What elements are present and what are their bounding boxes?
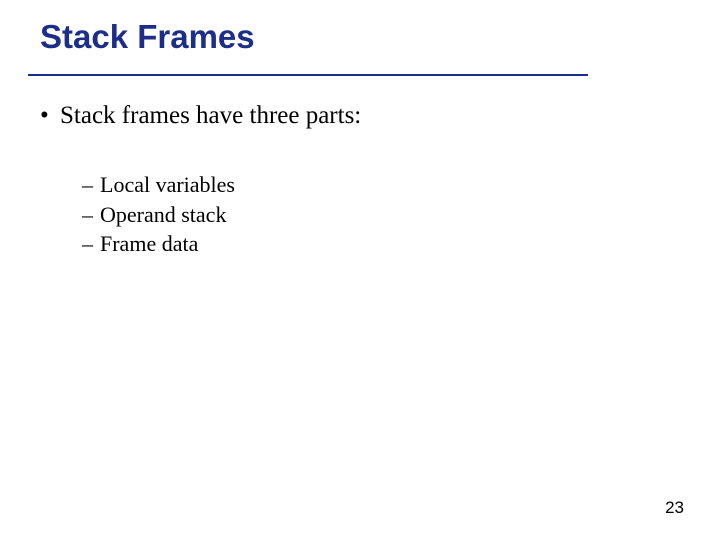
slide-body: •Stack frames have three parts: –Local v… xyxy=(40,100,361,260)
dash-icon: – xyxy=(82,171,100,199)
sub-bullet-item: –Frame data xyxy=(82,230,361,258)
sub-bullet-item: –Local variables xyxy=(82,171,361,199)
title-underline xyxy=(28,74,588,76)
slide-title: Stack Frames xyxy=(40,18,255,56)
bullet-level-1: •Stack frames have three parts: xyxy=(40,100,361,131)
sub-bullet-item: –Operand stack xyxy=(82,201,361,229)
sub-bullet-text: Local variables xyxy=(100,172,235,197)
sub-bullet-group: –Local variables –Operand stack –Frame d… xyxy=(82,171,361,258)
bullet-dot-icon: • xyxy=(40,100,60,131)
sub-bullet-text: Operand stack xyxy=(100,202,226,227)
dash-icon: – xyxy=(82,230,100,258)
dash-icon: – xyxy=(82,201,100,229)
slide: Stack Frames •Stack frames have three pa… xyxy=(0,0,720,540)
bullet-text: Stack frames have three parts: xyxy=(60,102,361,129)
page-number: 23 xyxy=(665,498,684,518)
sub-bullet-text: Frame data xyxy=(100,231,198,256)
